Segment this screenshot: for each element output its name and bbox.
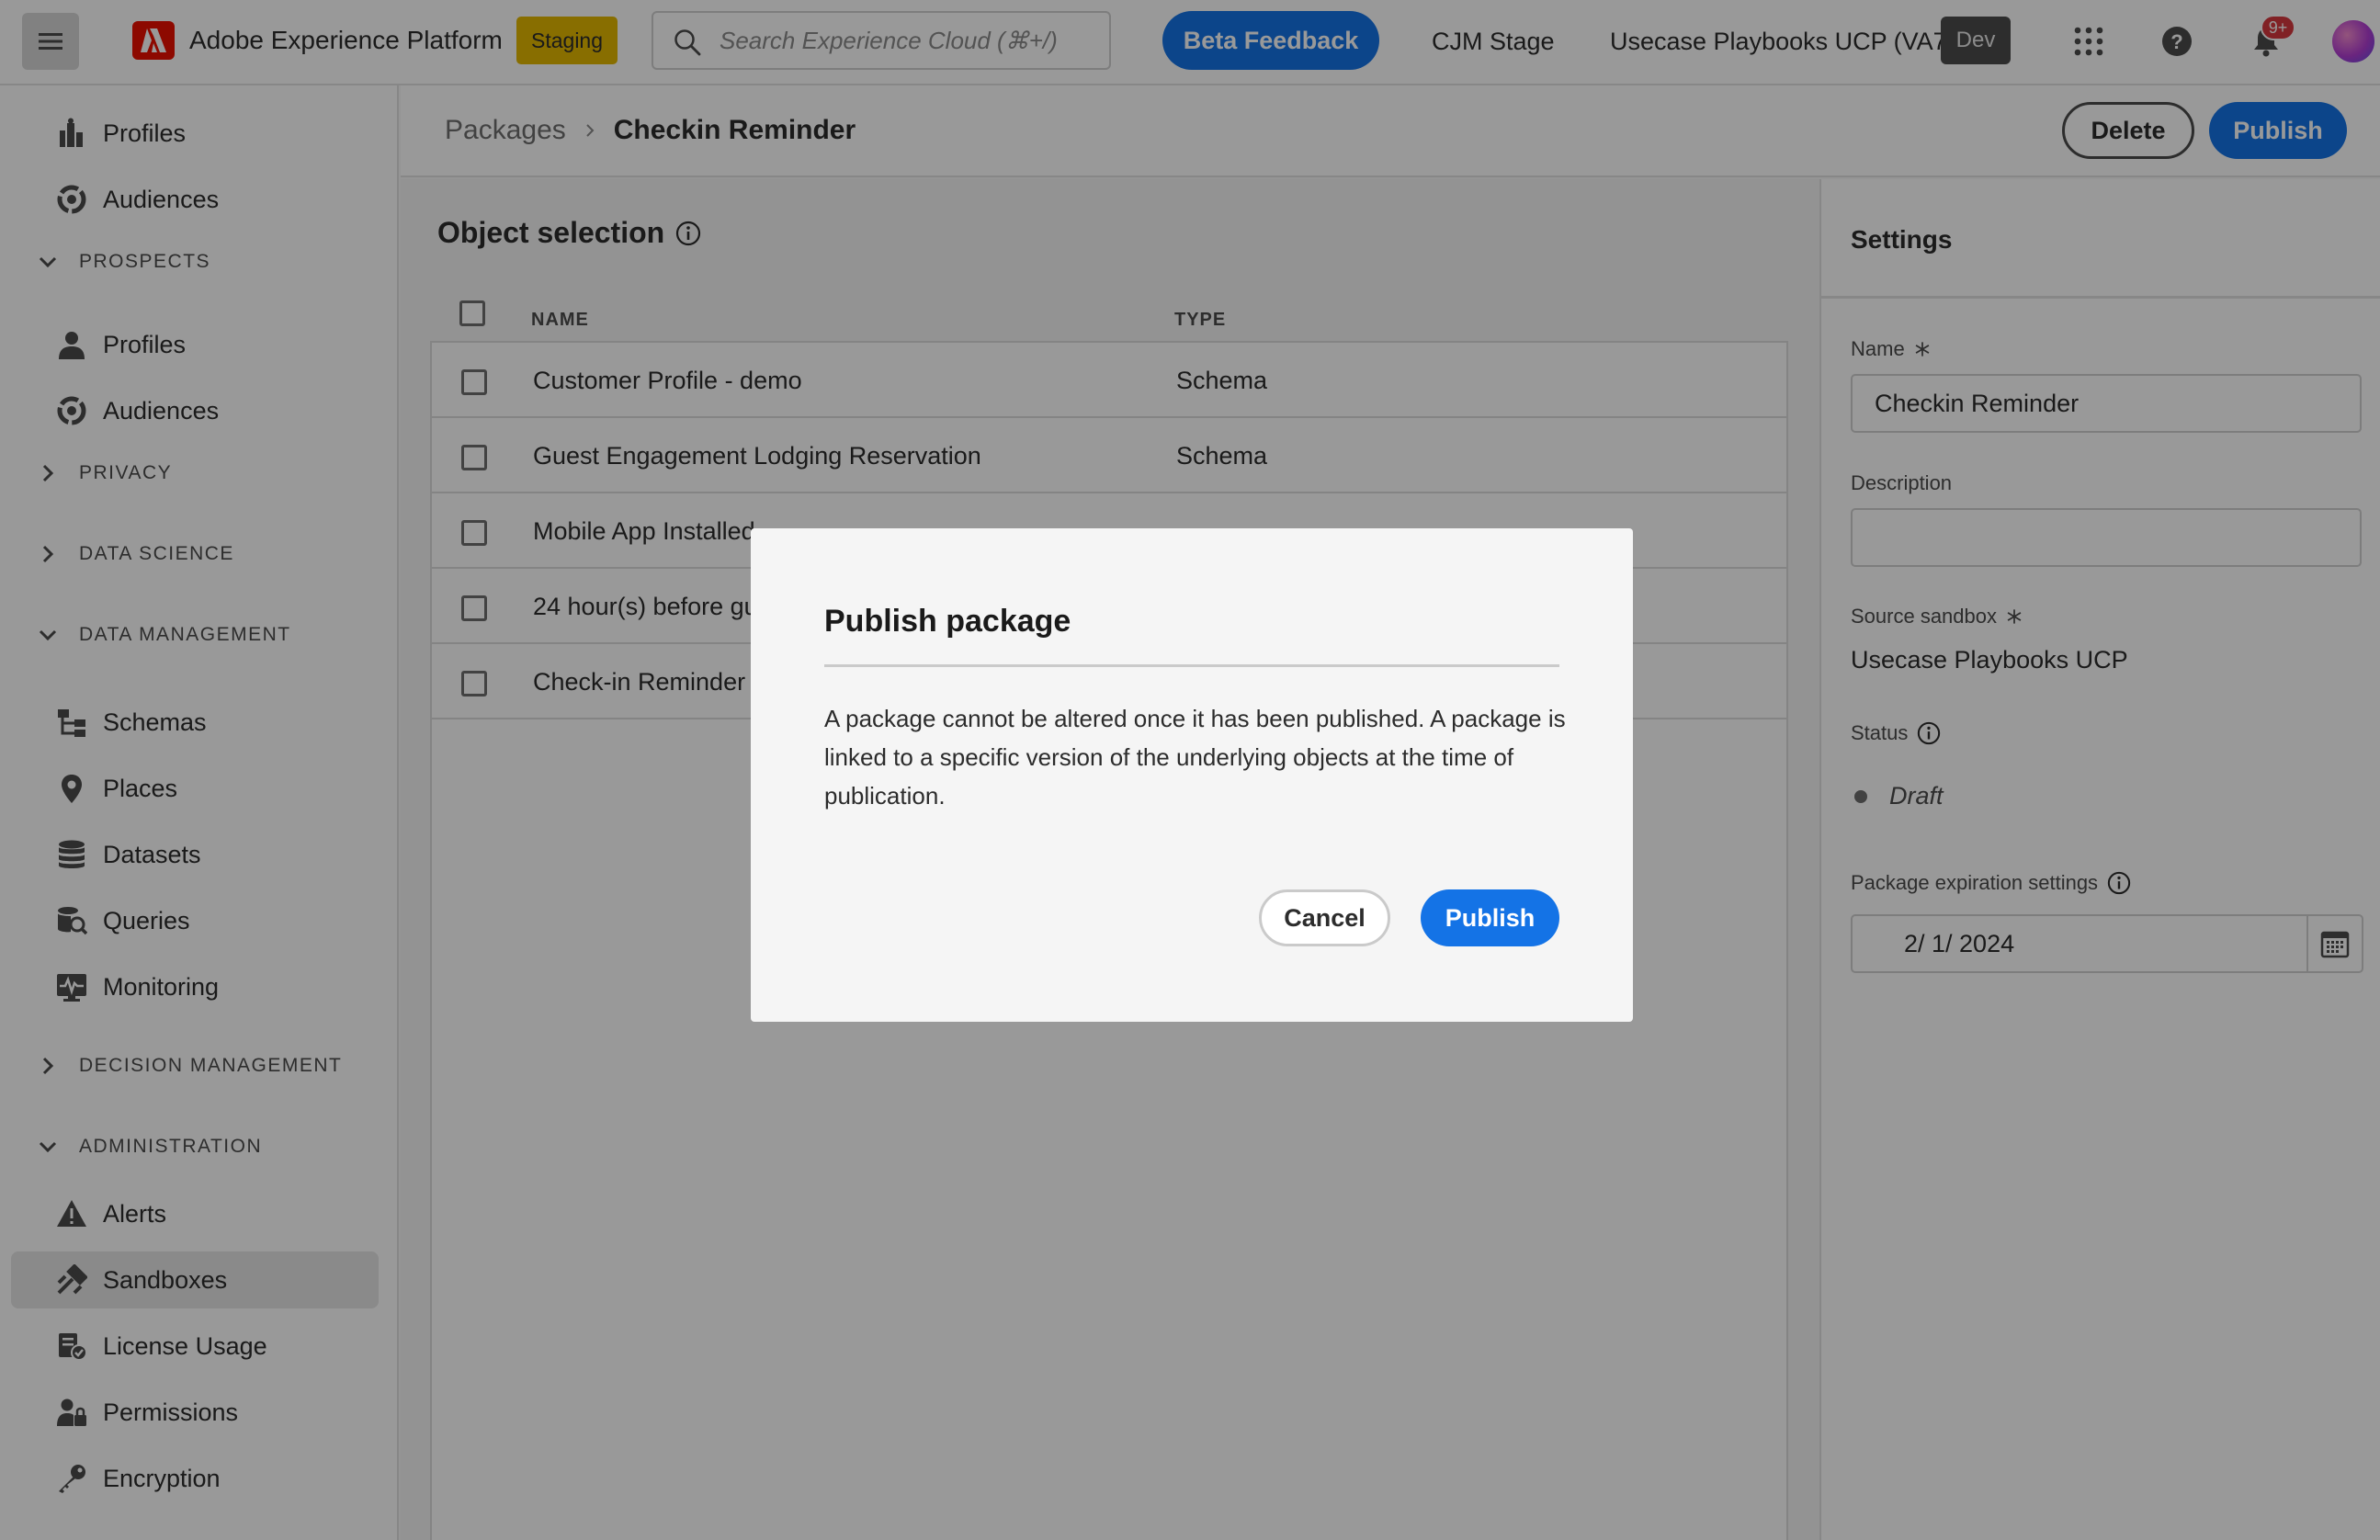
dialog-cancel-button[interactable]: Cancel: [1259, 889, 1390, 946]
dialog-title: Publish package: [824, 604, 1071, 639]
publish-package-dialog: Publish package A package cannot be alte…: [751, 528, 1633, 1022]
dialog-divider: [824, 664, 1559, 667]
dialog-publish-button[interactable]: Publish: [1421, 889, 1559, 946]
dialog-body-text: A package cannot be altered once it has …: [824, 705, 1566, 810]
